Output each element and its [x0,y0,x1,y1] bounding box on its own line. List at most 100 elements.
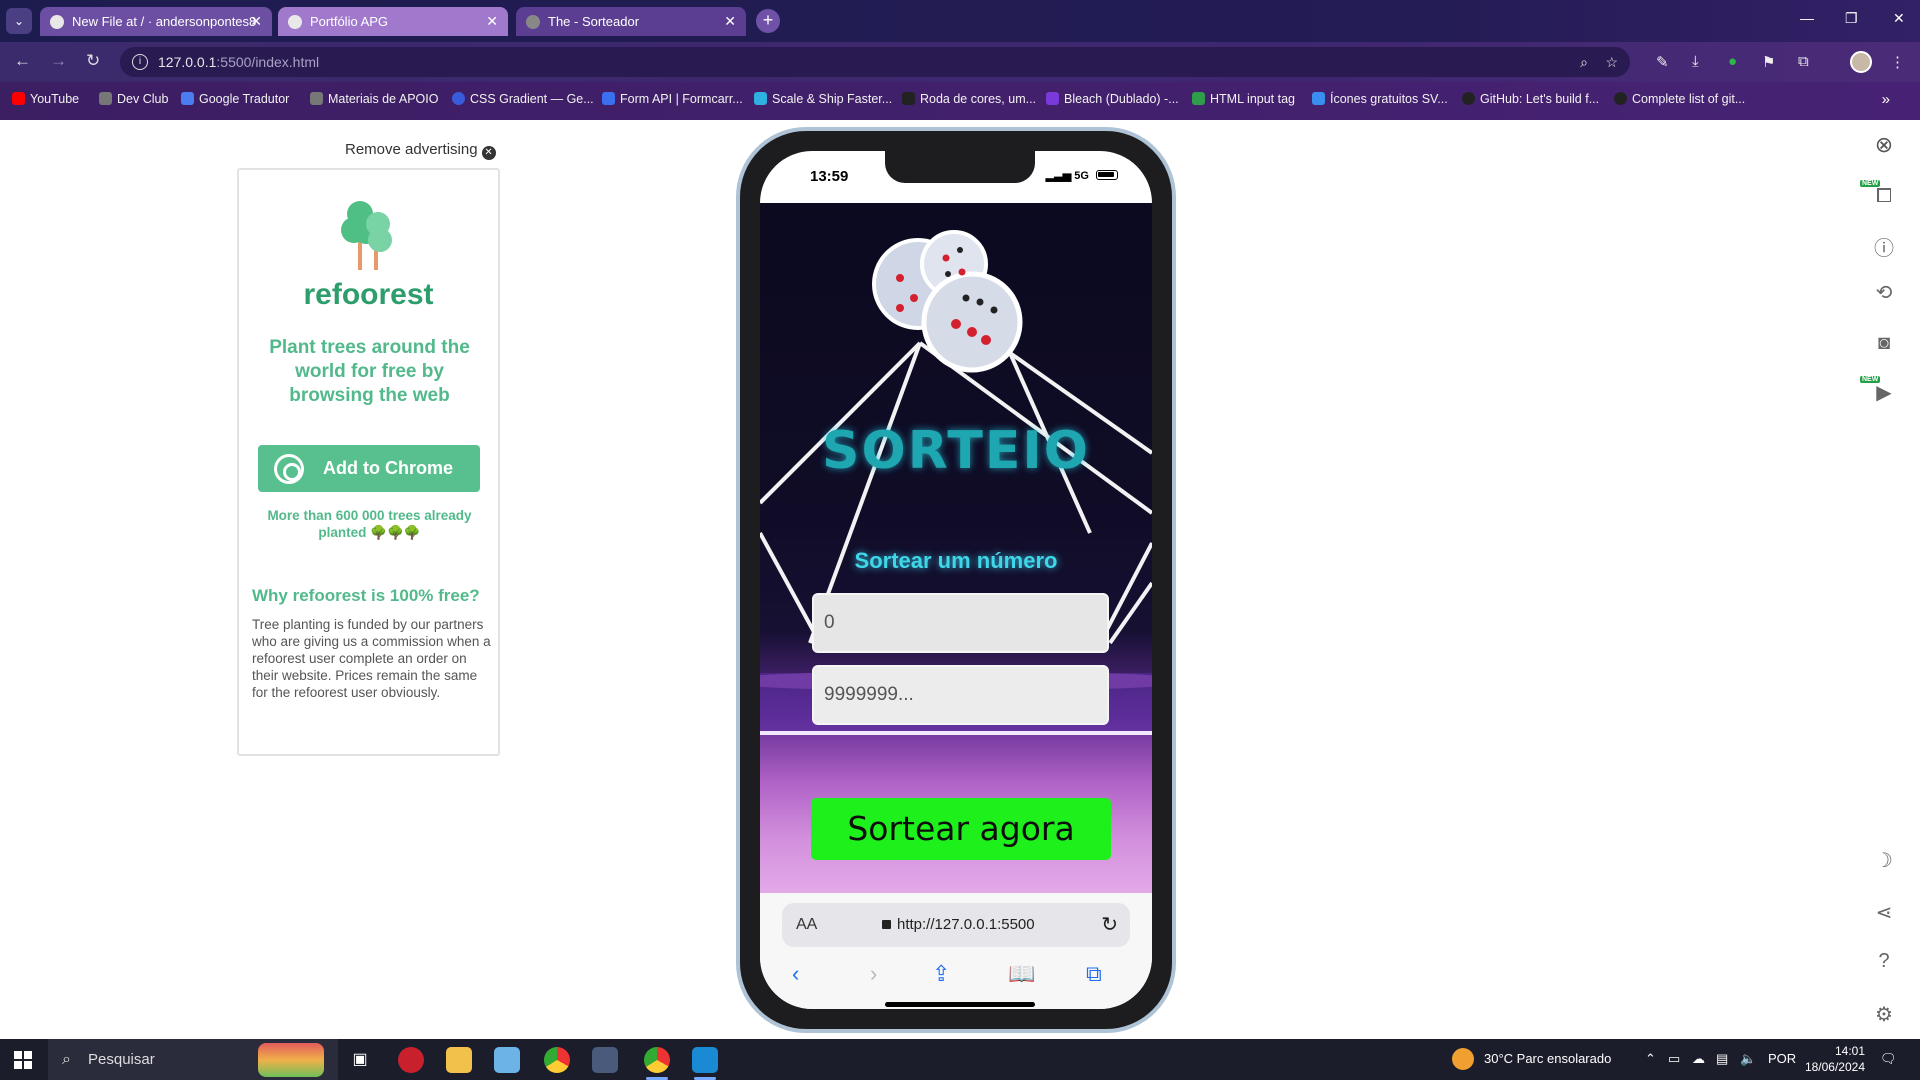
menu-kebab-icon[interactable]: ⋮ [1890,53,1905,71]
task-view-icon[interactable]: ▣ [347,1047,373,1073]
taskbar-clock[interactable]: 14:01 18/06/2024 [1795,1043,1865,1075]
safari-forward-icon[interactable]: › [870,961,877,987]
calculator-icon[interactable] [592,1047,618,1073]
add-to-chrome-button[interactable]: Add to Chrome [258,445,480,492]
address-bar[interactable]: i 127.0.0.1:5500/index.html ⌕ ☆ [120,47,1630,77]
notepad-icon[interactable] [494,1047,520,1073]
bookmark-github[interactable]: GitHub: Let's build f... [1462,92,1599,106]
taskbar-search-placeholder: Pesquisar [88,1051,155,1068]
bookmark-roda-cores[interactable]: Roda de cores, um... [902,92,1036,106]
app-red-icon[interactable] [398,1047,424,1073]
tab-sorteador[interactable]: The - Sorteador ✕ [516,7,746,36]
tray-apps-icon[interactable]: ▭ [1668,1051,1680,1067]
bookmark-bleach[interactable]: Bleach (Dublado) -... [1046,92,1179,106]
minimize-icon[interactable]: — [1800,10,1814,26]
phone-screen: 13:59 ▂▃▅ 5G SORTEIO Sortear um número 0… [760,151,1152,1009]
file-explorer-icon[interactable] [446,1047,472,1073]
eyedropper-extension-icon[interactable]: ✎ [1656,53,1669,71]
restore-icon[interactable]: ❐ [1845,10,1858,27]
bookmark-icones[interactable]: Ícones gratuitos SV... [1312,92,1448,106]
tab-search-button[interactable]: ⌄ [6,8,32,34]
bookmark-materiais[interactable]: Materiais de APOIO [310,92,438,106]
bookmark-google-tradutor[interactable]: Google Tradutor [181,92,289,106]
info-icon[interactable]: ⓘ [1872,232,1896,261]
chrome-icon[interactable] [544,1047,570,1073]
site-info-icon[interactable]: i [132,54,148,70]
share-icon[interactable]: ⇪ [932,961,950,987]
extension-icon[interactable]: ⚑ [1762,53,1775,71]
download-icon[interactable]: ⤓ [1692,53,1699,70]
formcarry-icon [602,92,615,105]
input-language[interactable]: POR [1768,1051,1796,1066]
bookmark-css-gradient[interactable]: CSS Gradient — Ge... [452,92,594,106]
rotate-icon[interactable]: ⟲ [1872,280,1896,305]
bookmark-label: HTML input tag [1210,92,1295,106]
clock-time: 14:01 [1834,1044,1865,1058]
bookmark-star-icon[interactable]: ☆ [1605,47,1618,77]
browser-toolbar: ← → ↻ i 127.0.0.1:5500/index.html ⌕ ☆ ✎ … [0,42,1920,82]
extension-green-icon[interactable]: ● [1728,53,1737,70]
close-circle-icon[interactable]: ⊗ [1872,132,1896,158]
new-tab-button[interactable]: + [756,9,780,33]
zoom-icon[interactable]: ⌕ [1580,47,1588,77]
address-path: :5500/index.html [216,54,320,70]
phone-notch [885,151,1035,183]
screenshot-camera-icon[interactable]: ◙ [1872,332,1896,355]
bookmark-dev-club[interactable]: Dev Club [99,92,168,106]
close-tab-icon[interactable]: ✕ [250,7,262,36]
bookmark-label: Ícones gratuitos SV... [1330,92,1448,106]
tab-title: The - Sorteador [548,14,640,29]
bookmark-html-input[interactable]: HTML input tag [1192,92,1295,106]
onedrive-cloud-icon[interactable]: ☁ [1692,1051,1705,1067]
back-icon[interactable]: ← [14,51,31,71]
tab-github[interactable]: New File at / · andersonpontes8 ✕ [40,7,272,36]
volume-icon[interactable]: 🔈 [1740,1051,1756,1067]
dark-mode-moon-icon[interactable]: ☽ [1872,848,1896,873]
bookmark-label: Scale & Ship Faster... [772,92,893,106]
windows-start-icon[interactable] [14,1051,32,1069]
notifications-icon[interactable]: 🗨 [1880,1051,1897,1067]
safari-reload-icon[interactable]: ↻ [1101,903,1118,947]
tray-chevron-icon[interactable]: ⌃ [1645,1051,1656,1067]
chrome-icon [274,454,304,484]
dice-icon [872,230,1023,373]
bookmark-form-api[interactable]: Form API | Formcarr... [602,92,743,106]
trees-icon [341,201,392,270]
safari-back-icon[interactable]: ‹ [792,961,799,987]
safari-address-bar[interactable]: AA http://127.0.0.1:5500 ↻ [782,903,1130,947]
close-window-icon[interactable]: ✕ [1893,10,1905,27]
min-number-input[interactable]: 0 [812,593,1109,653]
reader-aa-button[interactable]: AA [796,903,817,947]
share-icon[interactable]: ⋖ [1872,900,1896,925]
more-bookmarks-icon[interactable]: » [1882,91,1890,108]
responsive-devices-icon[interactable]: ⧠ [1872,185,1896,208]
remove-advertising-link[interactable]: Remove advertising ✕ [345,141,496,160]
search-icon: ⌕ [62,1051,71,1068]
chrome-profile-icon[interactable] [644,1047,670,1073]
forward-icon[interactable]: → [50,51,67,71]
puzzle-icon[interactable]: ⧉ [1798,53,1809,70]
profile-avatar[interactable] [1850,51,1872,73]
max-number-input[interactable]: 9999999... [812,665,1109,725]
tabs-icon[interactable]: ⧉ [1086,961,1102,987]
bookmark-git-list[interactable]: Complete list of git... [1614,92,1745,106]
reload-icon[interactable]: ↻ [86,51,100,71]
add-to-chrome-label: Add to Chrome [323,458,453,478]
video-record-icon[interactable]: ▶ [1872,380,1896,405]
bookmarks-icon[interactable]: 📖 [1008,961,1035,987]
settings-gear-icon[interactable]: ⚙ [1872,1002,1896,1027]
tab-portfolio[interactable]: Portfólio APG ✕ [278,7,508,36]
why-free-body: Tree planting is funded by our partners … [252,617,491,700]
close-tab-icon[interactable]: ✕ [724,7,736,36]
draw-now-button[interactable]: Sortear agora [811,798,1111,860]
weather-text[interactable]: 30°C Parc ensolarado [1484,1051,1611,1066]
vscode-icon[interactable] [692,1047,718,1073]
close-tab-icon[interactable]: ✕ [486,7,498,36]
bookmark-scale-ship[interactable]: Scale & Ship Faster... [754,92,892,106]
app-title: SORTEIO [822,421,1090,481]
weather-sun-icon[interactable] [1452,1048,1474,1070]
bookmark-youtube[interactable]: YouTube [12,92,79,106]
bookmark-label: Bleach (Dublado) -... [1064,92,1179,106]
help-icon[interactable]: ? [1872,950,1896,973]
network-icon[interactable]: ▤ [1716,1051,1728,1067]
